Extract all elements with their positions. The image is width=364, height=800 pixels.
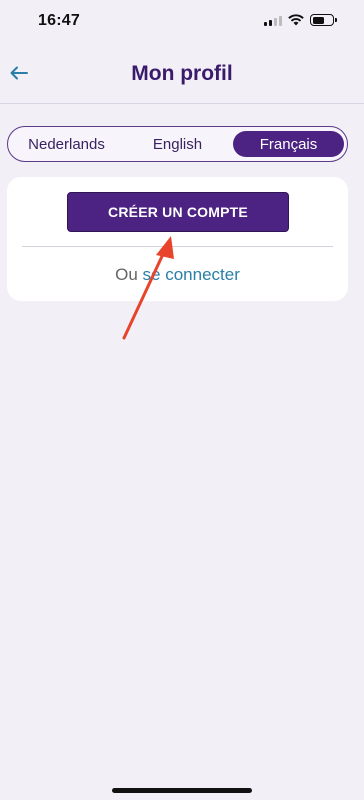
login-prefix-text: Ou xyxy=(115,265,143,284)
status-time: 16:47 xyxy=(38,12,80,29)
wifi-icon xyxy=(288,14,304,26)
language-option-english[interactable]: English xyxy=(122,131,233,157)
home-indicator xyxy=(112,788,252,793)
app-header: Mon profil xyxy=(0,44,364,104)
language-option-nederlands[interactable]: Nederlands xyxy=(11,131,122,157)
status-bar: 16:47 xyxy=(0,0,364,44)
login-row: Ou se connecter xyxy=(7,265,348,285)
annotation-arrow-icon xyxy=(122,236,174,340)
divider xyxy=(22,246,333,247)
account-card: CRÉER UN COMPTE Ou se connecter xyxy=(7,177,348,301)
language-option-francais[interactable]: Français xyxy=(233,131,344,157)
login-link[interactable]: se connecter xyxy=(143,265,240,284)
status-icons xyxy=(264,14,337,26)
page-title: Mon profil xyxy=(131,62,233,85)
battery-icon xyxy=(310,14,337,26)
language-switch: Nederlands English Français xyxy=(7,126,348,162)
cellular-signal-icon xyxy=(264,15,282,26)
create-account-button[interactable]: CRÉER UN COMPTE xyxy=(67,192,289,232)
